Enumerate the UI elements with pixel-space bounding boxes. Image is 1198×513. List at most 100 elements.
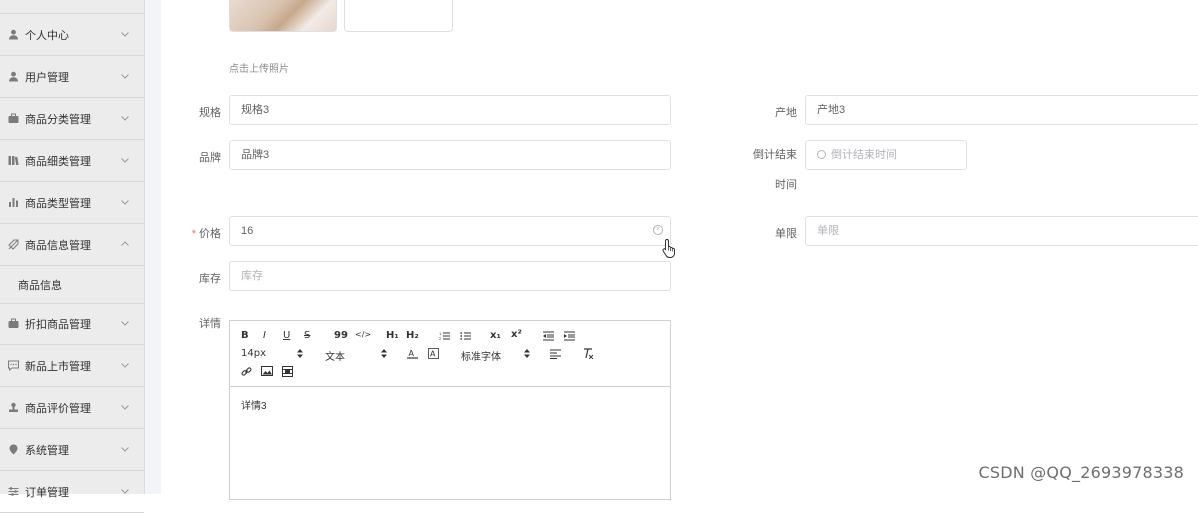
sidebar-item-4[interactable]: 商品类型管理 [0,183,144,224]
svg-text:1: 1 [439,332,441,336]
background-color-icon[interactable]: A [428,348,439,359]
chevron-down-icon [120,197,130,207]
submenu-item-product-info[interactable]: 商品信息 [0,266,144,304]
chevron-down-icon [120,444,130,454]
location-icon [7,444,19,456]
italic-button[interactable]: I [263,330,266,341]
outdent-icon[interactable] [543,331,554,341]
sidebar-item-3[interactable]: 商品细类管理 [0,141,144,182]
person-icon [7,29,19,41]
spec-label: 规格 [199,107,221,119]
brand-label: 品牌 [199,152,221,164]
person-icon [7,71,19,83]
sidebar-item-9[interactable]: 系统管理 [0,430,144,471]
clear-icon[interactable]: × [653,225,663,235]
briefcase-icon [7,318,19,330]
chevron-down-icon [120,486,130,496]
svg-text:A: A [430,350,436,359]
font-family-select[interactable]: 标准字体 [461,348,501,363]
code-button[interactable]: </> [355,330,371,339]
sidebar-item-5[interactable]: 商品信息管理 [0,225,144,266]
subscript-button[interactable]: x₁ [490,330,501,341]
limit-input[interactable]: 单限 [805,216,1198,246]
font-size-select[interactable]: 14px [241,348,266,359]
price-input[interactable]: 16 × [229,216,671,246]
chevron-up-icon [120,239,130,249]
sidebar-item-label: 订单管理 [25,487,69,499]
brand-input[interactable]: 品牌3 [229,140,671,170]
chevron-down-icon [120,318,130,328]
countdown-placeholder: 倒计结束时间 [831,149,897,161]
sidebar-item-0[interactable]: 个人中心 [0,15,144,56]
sidebar-item-label: 商品分类管理 [25,114,91,126]
submenu-item-label: 商品信息 [18,279,62,292]
text-type-dropdown-icon [381,349,387,358]
price-label-text: 价格 [199,228,221,240]
spec-input[interactable]: 规格3 [229,95,671,125]
video-icon[interactable] [282,366,293,377]
sidebar-item-1[interactable]: 用户管理 [0,57,144,98]
origin-input[interactable]: 产地3 [805,95,1198,125]
price-label: * 价格 [180,225,221,241]
blockquote-button[interactable]: 99 [334,330,348,341]
svg-text:A: A [409,349,415,358]
editor-content[interactable]: 详情3 [241,397,267,412]
clear-format-icon[interactable] [583,348,594,359]
ordered-list-icon[interactable]: 12 [439,331,450,341]
sidebar-item-label: 商品细类管理 [25,156,91,168]
superscript-button[interactable]: x² [511,329,522,340]
limit-label: 单限 [775,228,797,240]
chevron-down-icon [120,155,130,165]
text-type-select[interactable]: 文本 [325,348,345,363]
stamp-icon [7,402,19,414]
chevron-down-icon [120,402,130,412]
sidebar-item-label: 折扣商品管理 [25,319,91,331]
stock-input[interactable]: 库存 [229,261,671,291]
sidebar-item-label: 商品类型管理 [25,198,91,210]
stock-label: 库存 [199,273,221,285]
sidebar-item-6[interactable]: 折扣商品管理 [0,304,144,345]
sidebar-top-edge [0,0,144,14]
font-color-icon[interactable]: A [407,348,418,359]
sidebar-item-label: 系统管理 [25,445,69,457]
sidebar-item-8[interactable]: 商品评价管理 [0,388,144,429]
editor-toolbar: B I U S 99 </> H₁ H₂ 12 x₁ x² 14px 文本 A … [230,321,670,387]
chevron-down-icon [120,113,130,123]
hand-cursor-icon [662,239,675,258]
sidebar-item-7[interactable]: 新品上市管理 [0,346,144,387]
rich-text-editor[interactable]: B I U S 99 </> H₁ H₂ 12 x₁ x² 14px 文本 A … [229,320,671,500]
bullet-list-icon[interactable] [460,331,471,341]
uploaded-image-thumbnail[interactable] [229,0,337,32]
countdown-label: 倒计结束时间 [747,140,797,200]
image-icon[interactable] [261,366,273,376]
chevron-down-icon [120,29,130,39]
link-icon[interactable] [241,366,252,377]
sidebar-item-label: 商品评价管理 [25,403,91,415]
detail-label: 详情 [199,318,221,330]
required-mark: * [191,228,196,240]
strike-button[interactable]: S [304,330,310,341]
countdown-label-text: 倒计结束时间 [753,149,797,191]
indent-icon[interactable] [564,331,575,341]
watermark: CSDN @QQ_2693978338 [978,463,1184,482]
h1-button[interactable]: H₁ [386,330,399,341]
sidebar-item-label: 新品上市管理 [25,361,91,373]
upload-hint: 点击上传照片 [229,64,289,75]
sidebar-item-10[interactable]: 订单管理 [0,472,144,513]
library-icon [7,155,19,167]
bold-button[interactable]: B [241,330,249,341]
underline-button[interactable]: U [283,330,290,341]
price-value: 16 [241,225,254,237]
svg-text:2: 2 [439,337,441,341]
sidebar-item-label: 商品信息管理 [25,240,91,252]
sidebar-item-2[interactable]: 商品分类管理 [0,99,144,140]
chat-icon [7,360,19,372]
align-icon[interactable] [550,349,561,359]
origin-label: 产地 [775,107,797,119]
bar-chart-icon [7,197,19,209]
countdown-datetime-picker[interactable]: 倒计结束时间 [805,140,967,170]
upload-image-button[interactable] [344,0,453,32]
sidebar-item-label: 个人中心 [25,30,69,42]
h2-button[interactable]: H₂ [406,330,419,341]
font-family-dropdown-icon [524,349,530,358]
